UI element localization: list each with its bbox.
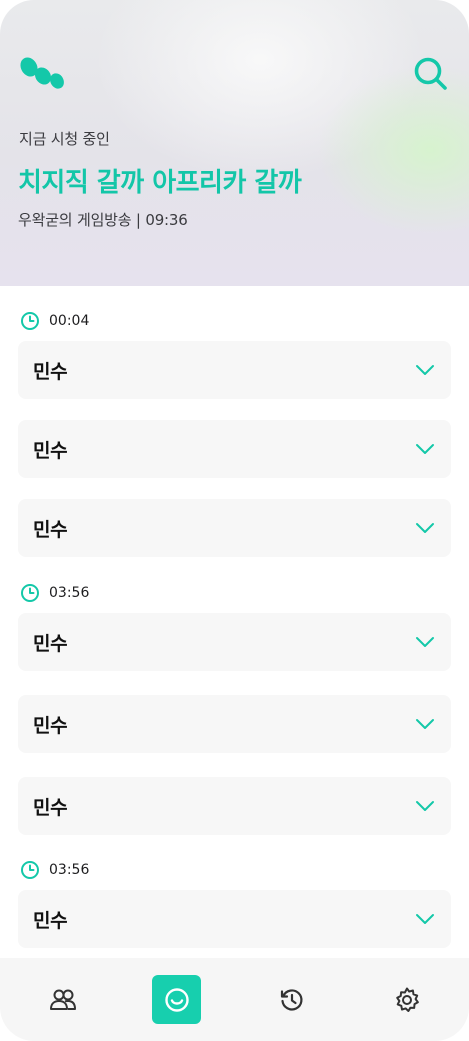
timestamp-label: 03:56 [49, 862, 90, 878]
now-watching-header: 지금 시청 중인 치지직 갈까 아프리카 갈까 우왁굳의 게임방송 | 09:3… [0, 0, 469, 286]
list-item-label: 민수 [33, 715, 68, 737]
now-watching-label: 지금 시청 중인 [19, 130, 110, 148]
timestamp-label: 00:04 [49, 313, 90, 329]
timestamp-row: 03:56 [20, 583, 89, 603]
clock-icon [21, 584, 39, 602]
list-item[interactable]: 민수 [18, 341, 451, 399]
list-item[interactable]: 민수 [18, 420, 451, 478]
chevron-down-icon[interactable] [415, 520, 435, 536]
nav-history-button[interactable] [267, 975, 316, 1024]
chevron-down-icon[interactable] [415, 362, 435, 378]
chevron-down-icon[interactable] [415, 441, 435, 457]
search-icon[interactable] [411, 54, 449, 92]
chevron-down-icon[interactable] [415, 911, 435, 927]
clock-icon [21, 312, 39, 330]
chevron-down-icon[interactable] [415, 716, 435, 732]
chevron-down-icon[interactable] [415, 798, 435, 814]
history-icon [280, 988, 302, 1010]
list-item-label: 민수 [33, 633, 68, 655]
smile-icon [164, 987, 189, 1012]
list-item-label: 민수 [33, 797, 68, 819]
stream-title: 치지직 갈까 아프리카 갈까 [18, 168, 302, 198]
list-item-label: 민수 [33, 519, 68, 541]
list-item[interactable]: 민수 [18, 499, 451, 557]
list-item[interactable]: 민수 [18, 695, 451, 753]
list-item-label: 민수 [33, 440, 68, 462]
clock-icon [21, 861, 39, 879]
broadcast-meta: 우왁굳의 게임방송 | 09:36 [18, 211, 188, 229]
timestamp-row: 03:56 [20, 860, 89, 880]
brand-logo-icon[interactable] [16, 54, 68, 94]
list-item[interactable]: 민수 [18, 613, 451, 671]
list-item[interactable]: 민수 [18, 890, 451, 948]
chevron-down-icon[interactable] [415, 634, 435, 650]
timestamp-row: 00:04 [20, 311, 89, 331]
nav-settings-button[interactable] [382, 975, 431, 1024]
app-screen: 지금 시청 중인 치지직 갈까 아프리카 갈까 우왁굳의 게임방송 | 09:3… [0, 0, 469, 1041]
bottom-nav [0, 958, 469, 1041]
timestamp-label: 03:56 [49, 585, 90, 601]
list-item-label: 민수 [33, 910, 68, 932]
settings-icon [395, 987, 419, 1012]
nav-home-button[interactable] [152, 975, 201, 1024]
users-icon [49, 989, 76, 1010]
list-item[interactable]: 민수 [18, 777, 451, 835]
list-item-label: 민수 [33, 361, 68, 383]
nav-users-button[interactable] [38, 975, 87, 1024]
